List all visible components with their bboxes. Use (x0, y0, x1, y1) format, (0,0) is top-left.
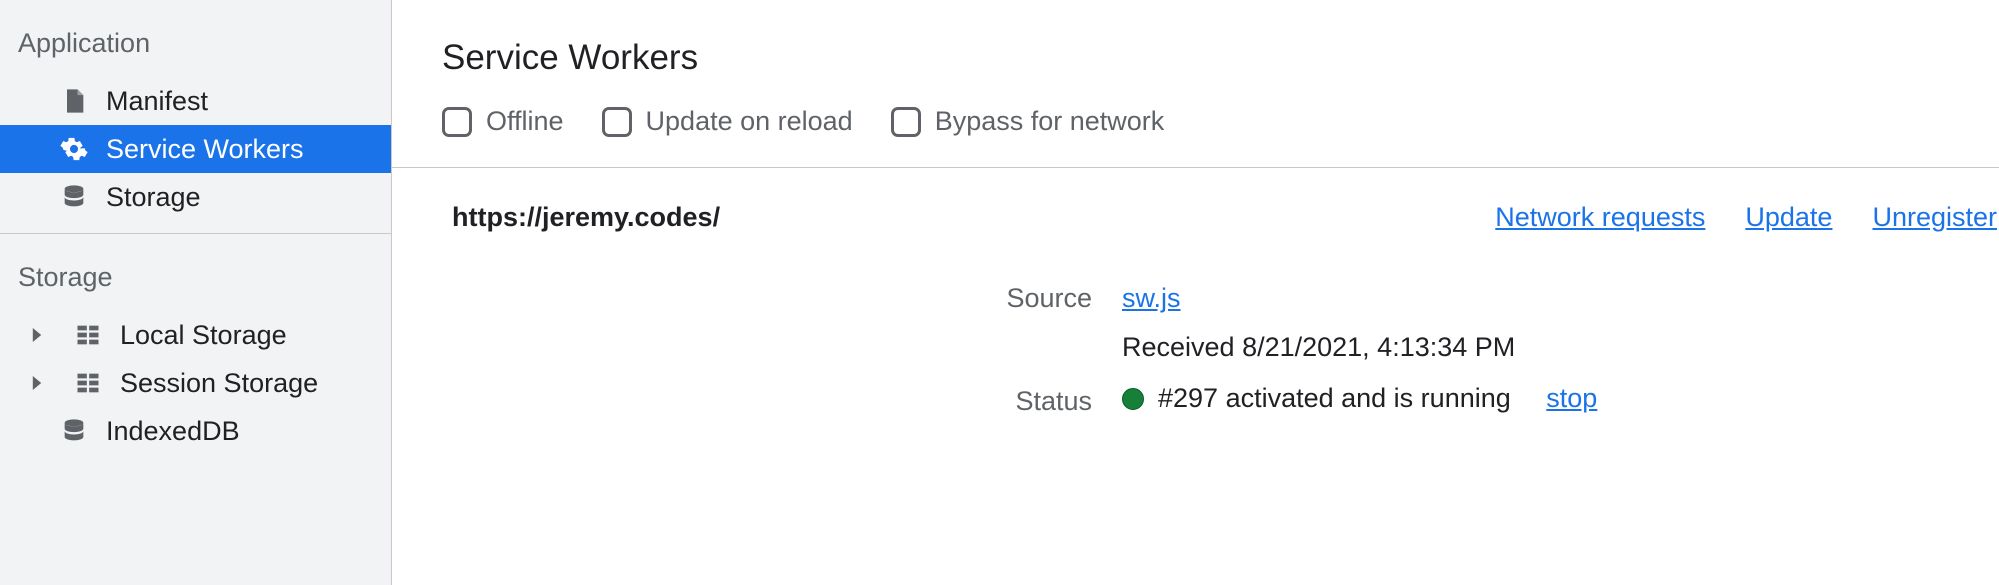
sidebar-item-service-workers[interactable]: Service Workers (0, 125, 391, 173)
options-row: Offline Update on reload Bypass for netw… (392, 106, 1999, 167)
checkbox-label: Bypass for network (935, 106, 1165, 137)
scope-row: https://jeremy.codes/ Network requests U… (392, 168, 1999, 233)
page-title: Service Workers (392, 0, 1999, 106)
gear-icon (58, 133, 90, 165)
checkbox-label: Update on reload (646, 106, 853, 137)
sidebar-item-label: Manifest (106, 86, 208, 117)
status-dot-icon (1122, 388, 1144, 410)
source-file-link[interactable]: sw.js (1122, 283, 1999, 314)
caret-right-icon[interactable] (28, 374, 46, 392)
checkbox-label: Offline (486, 106, 564, 137)
sidebar-item-label: Local Storage (120, 320, 287, 351)
checkbox-bypass-for-network[interactable]: Bypass for network (891, 106, 1165, 137)
grid-icon (72, 367, 104, 399)
sidebar-item-manifest[interactable]: Manifest (0, 77, 391, 125)
grid-icon (72, 319, 104, 351)
detail-grid: Source sw.js Received 8/21/2021, 4:13:34… (392, 233, 1999, 417)
sidebar-item-label: Service Workers (106, 134, 304, 165)
status-text: #297 activated and is running (1158, 383, 1511, 414)
sidebar-section-storage: Storage (0, 234, 391, 311)
sidebar-item-storage[interactable]: Storage (0, 173, 391, 221)
scope-url: https://jeremy.codes/ (452, 202, 720, 233)
actions: Network requests Update Unregister (1495, 202, 1999, 233)
database-icon (58, 181, 90, 213)
sidebar-item-label: Session Storage (120, 368, 318, 399)
stop-link[interactable]: stop (1546, 383, 1597, 414)
sidebar-item-session-storage[interactable]: Session Storage (0, 359, 391, 407)
checkbox-icon[interactable] (602, 107, 632, 137)
received-text: Received 8/21/2021, 4:13:34 PM (1122, 332, 1999, 363)
sidebar-item-label: Storage (106, 182, 201, 213)
sidebar: Application Manifest Service Workers Sto… (0, 0, 392, 585)
checkbox-icon[interactable] (891, 107, 921, 137)
database-icon (58, 415, 90, 447)
checkbox-offline[interactable]: Offline (442, 106, 564, 137)
network-requests-link[interactable]: Network requests (1495, 202, 1705, 233)
main-panel: Service Workers Offline Update on reload… (392, 0, 1999, 585)
caret-right-icon[interactable] (28, 326, 46, 344)
update-link[interactable]: Update (1745, 202, 1832, 233)
checkbox-update-on-reload[interactable]: Update on reload (602, 106, 853, 137)
unregister-link[interactable]: Unregister (1872, 202, 1997, 233)
source-label: Source (832, 283, 1092, 314)
sidebar-item-local-storage[interactable]: Local Storage (0, 311, 391, 359)
source-value: sw.js Received 8/21/2021, 4:13:34 PM (1122, 283, 1999, 363)
sidebar-item-indexeddb[interactable]: IndexedDB (0, 407, 391, 455)
status-value: #297 activated and is running stop (1122, 383, 1999, 414)
status-label: Status (832, 386, 1092, 417)
file-icon (58, 85, 90, 117)
checkbox-icon[interactable] (442, 107, 472, 137)
sidebar-item-label: IndexedDB (106, 416, 240, 447)
sidebar-section-application: Application (0, 0, 391, 77)
